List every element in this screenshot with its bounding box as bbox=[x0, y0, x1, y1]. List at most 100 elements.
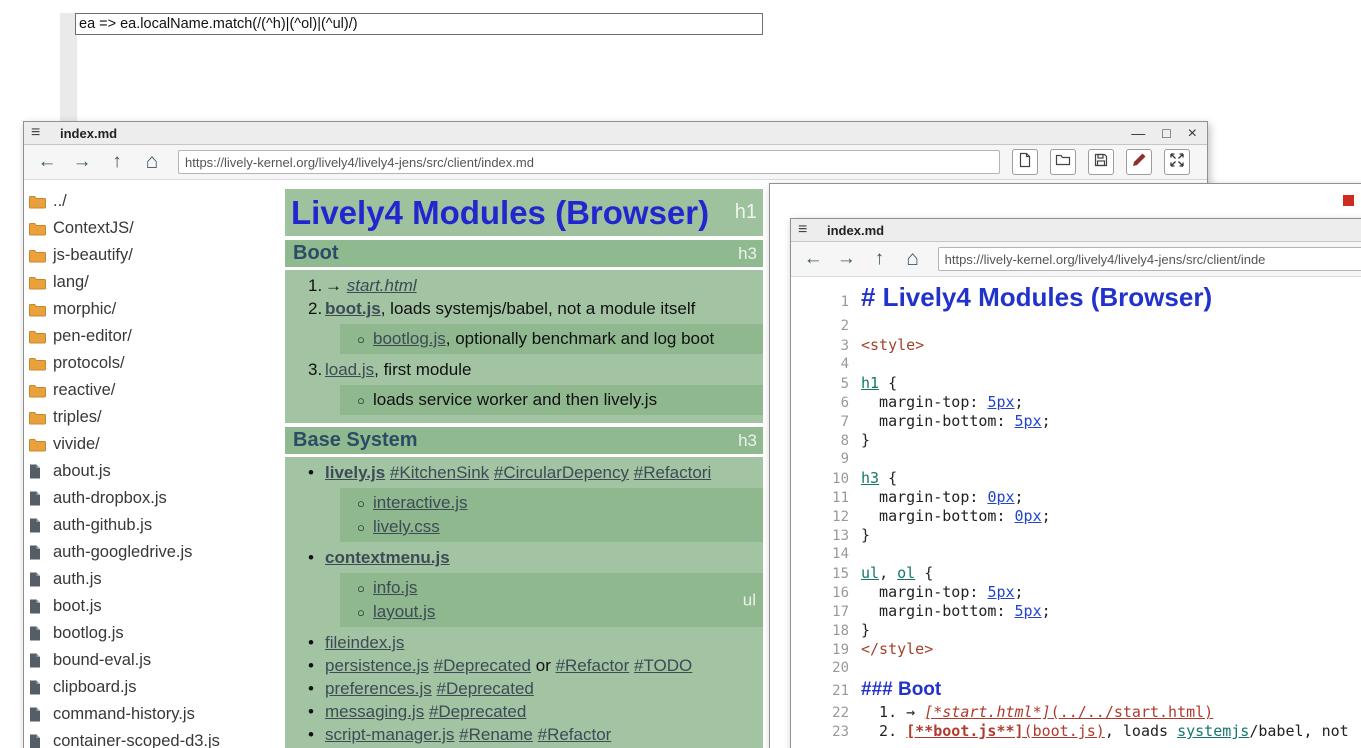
filter-expression-input[interactable] bbox=[75, 13, 763, 35]
code-line-text: </style> bbox=[861, 640, 933, 659]
code-line-text: 1. → [*start.html*](../../start.html) bbox=[861, 703, 1213, 722]
url-input[interactable] bbox=[178, 150, 1000, 174]
left-window-titlebar[interactable]: ≡ index.md — □ × bbox=[24, 122, 1207, 145]
back-button[interactable]: ← bbox=[32, 148, 62, 176]
hashtag-link[interactable]: #Refactori bbox=[634, 463, 711, 482]
file-name: about.js bbox=[53, 462, 111, 481]
hashtag-link[interactable]: #Deprecated bbox=[429, 702, 526, 721]
md-link[interactable]: lively.js bbox=[325, 463, 385, 482]
line-number: 1 bbox=[791, 293, 849, 312]
md-link[interactable]: interactive.js bbox=[373, 493, 467, 512]
hashtag-link[interactable]: #TODO bbox=[634, 656, 692, 675]
sidebar-item-bootlog.js[interactable]: bootlog.js bbox=[24, 620, 260, 647]
hashtag-link[interactable]: #Rename bbox=[459, 725, 533, 744]
sidebar-item-vivide[interactable]: vivide/ bbox=[24, 431, 260, 458]
file-icon bbox=[29, 707, 46, 722]
code-link[interactable]: (boot.js) bbox=[1024, 722, 1105, 740]
sidebar-item-auth.js[interactable]: auth.js bbox=[24, 566, 260, 593]
file-name: ../ bbox=[53, 192, 67, 211]
code-link[interactable]: [*start.html*] bbox=[924, 703, 1050, 721]
element-tag-label: ul bbox=[743, 589, 756, 612]
hashtag-link[interactable]: #Refactor bbox=[538, 725, 612, 744]
code-link[interactable]: ol bbox=[897, 564, 915, 582]
sidebar-item-auth-dropbox.js[interactable]: auth-dropbox.js bbox=[24, 485, 260, 512]
sidebar-item-auth-github.js[interactable]: auth-github.js bbox=[24, 512, 260, 539]
sidebar-item-ContextJS[interactable]: ContextJS/ bbox=[24, 215, 260, 242]
maximize-button[interactable]: □ bbox=[1162, 122, 1170, 145]
menu-icon[interactable]: ≡ bbox=[798, 221, 820, 239]
up-button[interactable]: ↑ bbox=[865, 245, 893, 273]
md-link[interactable]: fileindex.js bbox=[325, 633, 404, 652]
md-link[interactable]: bootlog.js bbox=[373, 329, 446, 348]
hashtag-link[interactable]: #Deprecated bbox=[434, 656, 531, 675]
sidebar-item-js-beautify[interactable]: js-beautify/ bbox=[24, 242, 260, 269]
md-link[interactable]: lively.css bbox=[373, 517, 440, 536]
md-link[interactable]: boot.js bbox=[325, 299, 381, 318]
code-link[interactable]: (../../start.html) bbox=[1051, 703, 1214, 721]
hashtag-link[interactable]: #CircularDepency bbox=[494, 463, 629, 482]
code-link[interactable]: systemjs bbox=[1177, 722, 1249, 740]
md-link[interactable]: info.js bbox=[373, 578, 417, 597]
md-link[interactable]: preferences.js bbox=[325, 679, 432, 698]
h1-text: Lively4 Modules (Browser) bbox=[291, 194, 709, 231]
back-button[interactable]: ← bbox=[799, 245, 827, 273]
code-line-text: margin-bottom: 5px; bbox=[861, 412, 1051, 431]
code-link[interactable]: 0px bbox=[987, 488, 1014, 506]
code-link[interactable]: h3 bbox=[861, 469, 879, 487]
hashtag-link[interactable]: #Deprecated bbox=[437, 679, 534, 698]
sidebar-item-about.js[interactable]: about.js bbox=[24, 458, 260, 485]
md-h3-boot: Booth3 bbox=[285, 240, 763, 267]
up-button[interactable]: ↑ bbox=[102, 148, 132, 176]
minimize-button[interactable]: — bbox=[1131, 122, 1145, 145]
md-link[interactable]: load.js bbox=[325, 360, 374, 379]
sidebar-item-pen-editor[interactable]: pen-editor/ bbox=[24, 323, 260, 350]
right-window-titlebar[interactable]: ≡ index.md bbox=[791, 219, 1361, 242]
url-input[interactable] bbox=[938, 247, 1361, 271]
home-button[interactable]: ⌂ bbox=[898, 245, 926, 273]
line-number: 7 bbox=[791, 413, 849, 432]
code-link[interactable]: 0px bbox=[1015, 507, 1042, 525]
forward-button[interactable]: → bbox=[67, 148, 97, 176]
code-link[interactable]: 5px bbox=[1015, 602, 1042, 620]
hashtag-link[interactable]: #Refactor bbox=[556, 656, 630, 675]
code-link[interactable]: 5px bbox=[987, 393, 1014, 411]
md-link[interactable]: messaging.js bbox=[325, 702, 424, 721]
code-link[interactable]: [**boot.js**] bbox=[906, 722, 1023, 740]
code-link[interactable]: 5px bbox=[987, 583, 1014, 601]
open-folder-button[interactable] bbox=[1050, 149, 1076, 175]
code-editor[interactable]: 1# Lively4 Modules (Browser)23<style>45h… bbox=[791, 277, 1361, 741]
hashtag-link[interactable]: #KitchenSink bbox=[390, 463, 489, 482]
md-link[interactable]: contextmenu.js bbox=[325, 548, 450, 567]
sidebar-item-auth-googledrive.js[interactable]: auth-googledrive.js bbox=[24, 539, 260, 566]
home-button[interactable]: ⌂ bbox=[137, 148, 167, 176]
md-link[interactable]: persistence.js bbox=[325, 656, 429, 675]
sidebar-item-clipboard.js[interactable]: clipboard.js bbox=[24, 674, 260, 701]
sidebar-item-container-scoped-d3.js[interactable]: container-scoped-d3.js bbox=[24, 728, 260, 748]
sidebar-item-lang[interactable]: lang/ bbox=[24, 269, 260, 296]
sidebar-item-..[interactable]: ../ bbox=[24, 188, 260, 215]
code-token: # Lively4 Modules (Browser) bbox=[861, 282, 1212, 312]
sidebar-item-morphic[interactable]: morphic/ bbox=[24, 296, 260, 323]
edit-button[interactable] bbox=[1126, 149, 1152, 175]
menu-icon[interactable]: ≡ bbox=[31, 124, 53, 142]
sidebar-item-triples[interactable]: triples/ bbox=[24, 404, 260, 431]
file-icon bbox=[29, 680, 46, 695]
sidebar-item-reactive[interactable]: reactive/ bbox=[24, 377, 260, 404]
code-link[interactable]: ul bbox=[861, 564, 879, 582]
md-link[interactable]: layout.js bbox=[373, 602, 435, 621]
sidebar-item-protocols[interactable]: protocols/ bbox=[24, 350, 260, 377]
code-line: 13} bbox=[791, 526, 1361, 545]
sidebar-item-bound-eval.js[interactable]: bound-eval.js bbox=[24, 647, 260, 674]
close-button[interactable]: × bbox=[1188, 122, 1197, 145]
code-link[interactable]: 5px bbox=[1015, 412, 1042, 430]
code-link[interactable]: h1 bbox=[861, 374, 879, 392]
sidebar-item-command-history.js[interactable]: command-history.js bbox=[24, 701, 260, 728]
fullscreen-button[interactable] bbox=[1164, 149, 1190, 175]
save-button[interactable] bbox=[1088, 149, 1114, 175]
md-link[interactable]: script-manager.js bbox=[325, 725, 454, 744]
forward-button[interactable]: → bbox=[832, 245, 860, 273]
new-file-button[interactable] bbox=[1012, 149, 1038, 175]
md-link[interactable]: start.html bbox=[347, 276, 417, 295]
sidebar-item-boot.js[interactable]: boot.js bbox=[24, 593, 260, 620]
file-list: ../ ContextJS/js-beautify/lang/morphic/pe… bbox=[24, 180, 260, 748]
